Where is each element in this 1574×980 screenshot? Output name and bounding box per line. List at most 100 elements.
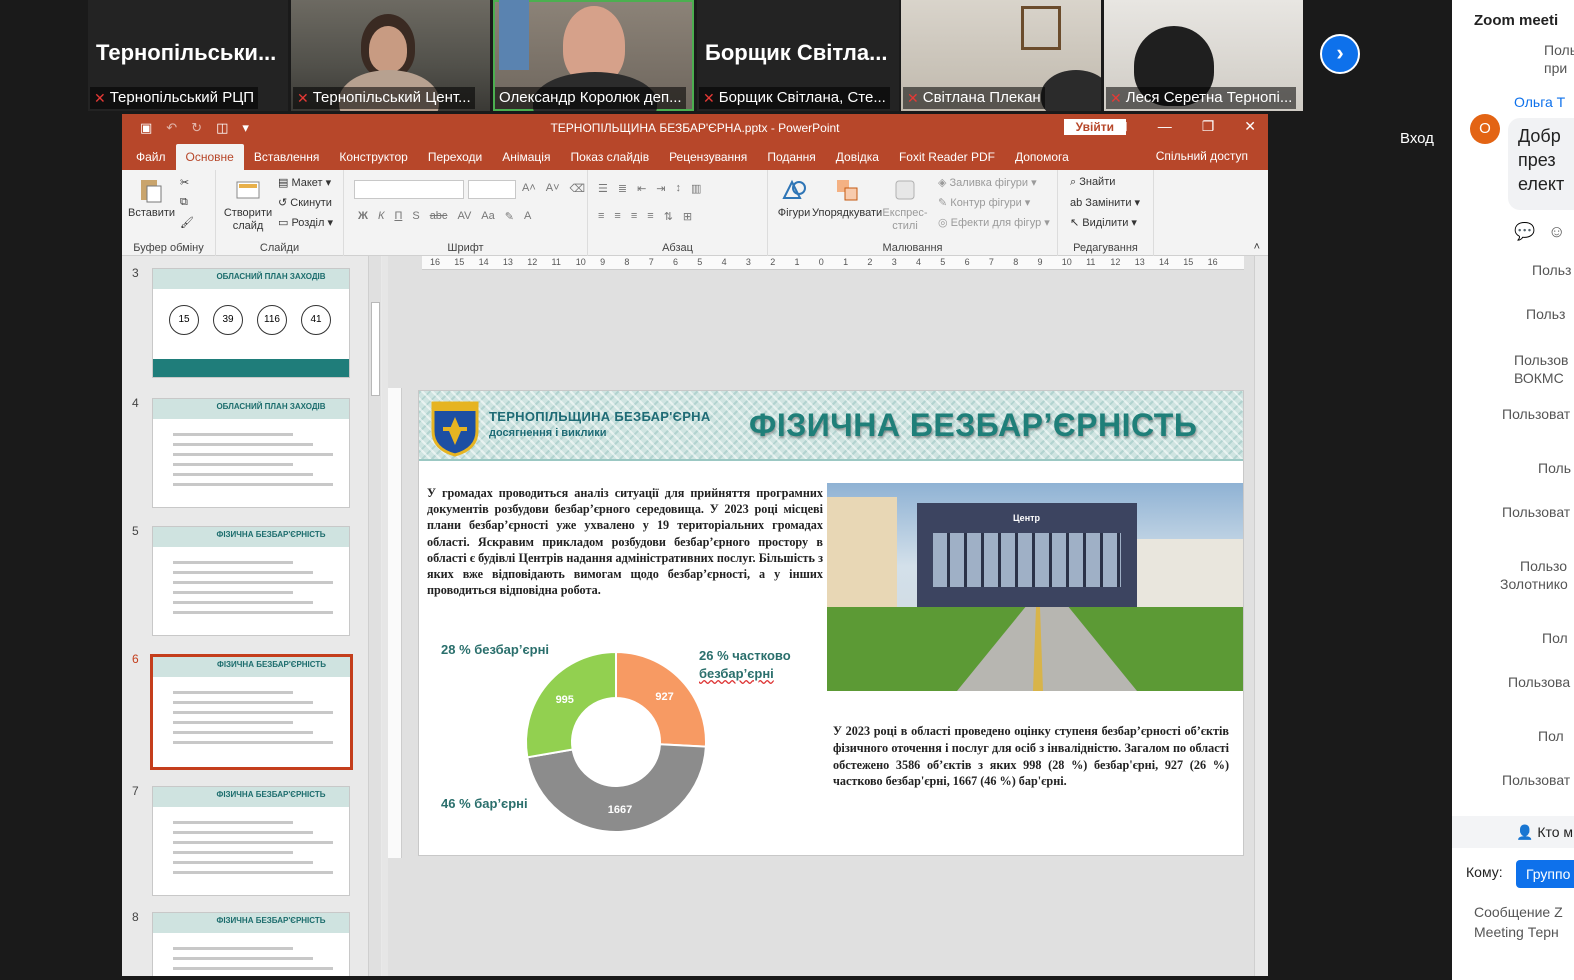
mic-muted-icon: ✕ — [907, 90, 919, 106]
shrink-font-icon[interactable]: A˅ — [546, 182, 560, 195]
thumbnail-text-line — [173, 871, 333, 874]
format-painter-icon[interactable]: 🖌 — [180, 216, 194, 229]
align-right-icon[interactable]: ≡ — [631, 210, 637, 223]
ribbon-tab[interactable]: Допомога — [1005, 144, 1079, 170]
ribbon-display-icon[interactable]: ⊟ — [1116, 118, 1128, 135]
find-button[interactable]: ⌕ Знайти — [1070, 176, 1115, 189]
minimize-icon[interactable]: — — [1158, 118, 1172, 135]
bullets-icon[interactable]: ☰ — [598, 182, 608, 195]
chat-sender[interactable]: Ольга Т — [1514, 94, 1565, 110]
thumbnails-scrollbar[interactable] — [368, 256, 381, 976]
line-spacing-icon[interactable]: ↕ — [676, 182, 682, 195]
bold-icon[interactable]: Ж — [358, 210, 368, 223]
ribbon-tab[interactable]: Показ слайдів — [560, 144, 659, 170]
smartart-icon[interactable]: ⊞ — [683, 210, 692, 223]
shape-outline-button[interactable]: ✎ Контур фігури ▾ — [938, 196, 1030, 209]
emoji-icon[interactable]: ☺ — [1548, 222, 1565, 242]
clear-format-icon[interactable]: ⌫ — [570, 182, 586, 195]
quick-styles-button[interactable]: Експрес-стилі — [880, 176, 930, 233]
layout-button[interactable]: ▤ Макет ▾ — [278, 176, 331, 189]
font-color-icon[interactable]: A — [524, 210, 531, 223]
align-center-icon[interactable]: ≡ — [614, 210, 620, 223]
chat-entry: Польз — [1526, 306, 1566, 322]
slide-thumbnail[interactable]: ОБЛАСНИЙ ПЛАН ЗАХОДІВ — [152, 398, 350, 508]
thumbnail-text-line — [173, 711, 333, 714]
columns-icon[interactable]: ▥ — [691, 182, 701, 195]
login-label[interactable]: Вход — [1400, 130, 1434, 147]
close-icon[interactable]: ✕ — [1244, 118, 1256, 135]
editor-scrollbar[interactable] — [1254, 256, 1268, 976]
ruler-mark: 8 — [624, 257, 630, 267]
grow-font-icon[interactable]: A˄ — [522, 182, 536, 195]
slide-thumbnail[interactable]: ФІЗИЧНА БЕЗБАР'ЄРНІСТЬ — [152, 912, 350, 976]
ribbon-tab[interactable]: Основне — [175, 144, 244, 170]
compose-placeholder[interactable]: Meeting Терн — [1474, 924, 1559, 940]
justify-icon[interactable]: ≡ — [647, 210, 653, 223]
slide-thumbnail[interactable]: ФІЗИЧНА БЕЗБАР'ЄРНІСТЬ — [150, 654, 353, 770]
who-can-see-button[interactable]: 👤 Кто м — [1516, 824, 1573, 841]
current-slide[interactable]: ТЕРНОПІЛЬЩИНА БЕЗБАР'ЄРНА досягнення і в… — [418, 390, 1244, 856]
text-direction-icon[interactable]: ⇅ — [664, 210, 673, 223]
ribbon-tab[interactable]: Файл — [126, 144, 176, 170]
increase-indent-icon[interactable]: ⇥ — [656, 182, 665, 195]
window-controls: ⊟ — ❐ ✕ — [1116, 118, 1256, 135]
video-tile[interactable]: Тернопільськи... ✕ Тернопільський РЦП — [88, 0, 288, 111]
copy-icon[interactable]: ⧉ — [180, 196, 188, 209]
video-tile-active-speaker[interactable]: Олександр Королюк деп... — [493, 0, 694, 111]
replace-button[interactable]: ab Замінити ▾ — [1070, 196, 1140, 209]
collapse-ribbon-icon[interactable]: ˄ — [1254, 241, 1260, 253]
chevron-right-icon[interactable]: › — [1320, 34, 1360, 74]
ruler-mark: 8 — [1013, 257, 1019, 267]
video-tile[interactable]: ✕ Тернопільський Цент... — [291, 0, 490, 111]
ribbon-tab[interactable]: Довідка — [826, 144, 889, 170]
recipient-button[interactable]: Группо — [1516, 860, 1574, 888]
video-tile[interactable]: Борщик Світла... ✕ Борщик Світлана, Сте..… — [697, 0, 899, 111]
arrange-button[interactable]: Упорядкувати — [812, 176, 882, 220]
numbering-icon[interactable]: ≣ — [618, 182, 627, 195]
decrease-indent-icon[interactable]: ⇤ — [637, 182, 646, 195]
ribbon-tab[interactable]: Foxit Reader PDF — [889, 144, 1005, 170]
video-tile[interactable]: ✕ Світлана Плекан — [901, 0, 1101, 111]
scroll-thumb[interactable] — [371, 302, 380, 396]
chat-message-bubble[interactable]: Добр през елект — [1508, 118, 1574, 210]
strike-icon[interactable]: abc — [430, 210, 448, 223]
reset-button[interactable]: ↺ Скинути — [278, 196, 332, 209]
video-tile[interactable]: ✕ Леся Серетна Тернопі... — [1104, 0, 1303, 111]
slide-thumbnail[interactable]: ФІЗИЧНА БЕЗБАР'ЄРНІСТЬ — [152, 786, 350, 896]
slide-brand-title: ТЕРНОПІЛЬЩИНА БЕЗБАР'ЄРНА — [489, 409, 711, 424]
ribbon-tab[interactable]: Конструктор — [329, 144, 417, 170]
cut-icon[interactable]: ✂ — [180, 176, 189, 189]
ribbon-tab[interactable]: Вставлення — [244, 144, 330, 170]
ribbon-tab[interactable]: Анімація — [492, 144, 560, 170]
shadow-icon[interactable]: S — [412, 210, 419, 223]
font-size-combo[interactable] — [468, 180, 516, 199]
font-name-combo[interactable] — [354, 180, 464, 199]
ruler-mark: 14 — [1159, 257, 1170, 267]
spacing-icon[interactable]: AV — [457, 210, 471, 223]
select-button[interactable]: ↖ Виділити ▾ — [1070, 216, 1137, 229]
slide-thumbnail[interactable]: ОБЛАСНИЙ ПЛАН ЗАХОДІВ 15 39 116 41 — [152, 268, 350, 378]
thumbnail-text-line — [173, 831, 313, 834]
highlight-icon[interactable]: ✎ — [505, 210, 514, 223]
shape-fill-button[interactable]: ◈ Заливка фігури ▾ — [938, 176, 1037, 189]
new-slide-button[interactable]: Створити слайд — [222, 176, 274, 233]
slide-editor: 16 15 14 13 12 11 10 9 8 7 6 5 4 3 2 1 0 1 2 3 4 5 6 7 8 9 10 11 12 1… — [388, 256, 1268, 976]
ribbon-tab[interactable]: Рецензування — [659, 144, 757, 170]
align-left-icon[interactable]: ≡ — [598, 210, 604, 223]
shape-effects-button[interactable]: ◎ Ефекти для фігур ▾ — [938, 216, 1050, 229]
shapes-button[interactable]: Фігури — [772, 176, 816, 220]
restore-icon[interactable]: ❐ — [1202, 118, 1215, 135]
ruler-mark: 3 — [745, 257, 751, 267]
underline-icon[interactable]: П — [394, 210, 402, 223]
slide-thumbnail[interactable]: ФІЗИЧНА БЕЗБАР'ЄРНІСТЬ — [152, 526, 350, 636]
reply-icon[interactable]: 💬 — [1514, 222, 1535, 242]
share-button[interactable]: Спільний доступ — [1156, 149, 1248, 163]
paste-button[interactable]: Вставити — [128, 176, 175, 220]
ribbon-tab[interactable]: Переходи — [418, 144, 492, 170]
case-icon[interactable]: Aa — [481, 210, 494, 223]
ribbon-tab[interactable]: Подання — [757, 144, 825, 170]
ruler-mark: 16 — [1207, 257, 1218, 267]
italic-icon[interactable]: К — [378, 210, 384, 223]
compose-placeholder[interactable]: Сообщение Z — [1474, 904, 1563, 920]
section-button[interactable]: ▭ Розділ ▾ — [278, 216, 333, 229]
